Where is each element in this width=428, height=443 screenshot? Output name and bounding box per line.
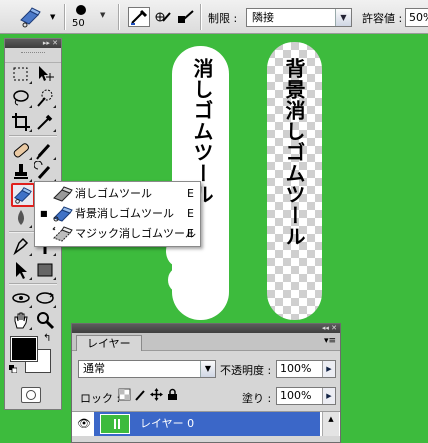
- background-eraser-icon: [14, 187, 32, 204]
- scrollbar[interactable]: ▲: [322, 412, 339, 436]
- lock-position-icon[interactable]: [150, 388, 163, 401]
- tolerance-input[interactable]: 50%: [405, 8, 428, 27]
- layer-name: レイヤー 0: [140, 417, 195, 430]
- panel-menu-icon[interactable]: ▾≡: [324, 336, 336, 346]
- active-bullet-icon: ■: [40, 209, 48, 218]
- lock-pixels-icon[interactable]: [134, 388, 147, 401]
- eyedropper-icon: [131, 9, 148, 25]
- background-eraser-icon: [20, 7, 41, 28]
- eyedropper-tool[interactable]: [34, 111, 56, 133]
- move-tool[interactable]: [34, 63, 56, 85]
- quick-mask-button[interactable]: [21, 387, 41, 403]
- brush-preview-icon[interactable]: [76, 5, 86, 15]
- hand-tool[interactable]: [10, 309, 32, 331]
- clone-stamp-tool[interactable]: [10, 161, 32, 183]
- blend-mode-value: 通常: [83, 362, 105, 375]
- limit-label: 制限 :: [208, 12, 238, 25]
- tab-layers[interactable]: レイヤー: [76, 335, 142, 351]
- separator: [200, 4, 201, 30]
- chevron-down-icon[interactable]: ▼: [335, 9, 351, 26]
- eraser-flyout-menu: 消しゴムツール E ■ 背景消しゴムツール E マジック消しゴムツール E: [34, 181, 201, 247]
- blend-mode-select[interactable]: 通常 ▼: [78, 360, 216, 378]
- sampling-once-button[interactable]: [154, 7, 172, 27]
- tools-panel-grip[interactable]: [5, 52, 61, 63]
- opacity-input[interactable]: 100% ▶: [276, 360, 336, 378]
- magnifier-icon: [37, 312, 55, 330]
- eyedropper-swatch-icon: [178, 10, 194, 23]
- tools-panel-titlebar[interactable]: ▸▸ ✕: [5, 39, 61, 48]
- lasso-tool[interactable]: [10, 87, 32, 109]
- flyout-label: マジック消しゴムツール: [75, 227, 196, 240]
- sampling-background-swatch-button[interactable]: [176, 7, 196, 27]
- default-colors-icon[interactable]: [9, 363, 18, 374]
- fill-label: 塗り :: [242, 392, 272, 405]
- brush-size: 50: [72, 18, 85, 29]
- layer-thumbnail: [100, 414, 130, 434]
- fill-value: 100%: [280, 389, 312, 402]
- flyout-shortcut: E: [187, 187, 194, 200]
- foreground-color-swatch[interactable]: [11, 337, 37, 361]
- quick-selection-tool[interactable]: [34, 87, 56, 109]
- background-eraser-icon: [51, 205, 73, 222]
- history-brush-tool[interactable]: [34, 161, 56, 183]
- tolerance-label: 許容値 :: [362, 12, 403, 25]
- lock-all-icon[interactable]: [166, 388, 179, 401]
- flyout-item-eraser[interactable]: 消しゴムツール E: [35, 184, 200, 203]
- move-icon: [39, 66, 54, 81]
- tool-preset-picker[interactable]: [18, 6, 44, 28]
- eraser-icon: [51, 185, 73, 202]
- magic-eraser-icon: [51, 225, 73, 242]
- healing-brush-tool[interactable]: [10, 139, 32, 161]
- chevron-right-icon[interactable]: ▶: [322, 388, 335, 404]
- brush-tool[interactable]: [34, 139, 56, 161]
- pen-tool[interactable]: [10, 235, 32, 257]
- blur-tool[interactable]: [10, 207, 32, 229]
- chevron-down-icon[interactable]: ▼: [100, 11, 105, 19]
- swap-colors-icon[interactable]: ↰: [43, 333, 51, 344]
- options-bar: ▼ 50 ▼ 制限 : 隣接 ▼ 許容値 : 50%: [0, 0, 428, 34]
- crop-tool[interactable]: [10, 111, 32, 133]
- layer-row[interactable]: 👁 レイヤー 0 ▲: [72, 411, 340, 436]
- layers-panel-titlebar[interactable]: ◂◂ ✕: [72, 324, 340, 333]
- lock-label: ロック :: [80, 392, 121, 405]
- limit-select[interactable]: 隣接 ▼: [246, 8, 352, 27]
- stroke-edge: [168, 268, 188, 292]
- chevron-down-icon[interactable]: ▼: [50, 13, 55, 21]
- separator: [64, 4, 65, 30]
- flyout-shortcut: E: [187, 227, 194, 240]
- lock-transparency-icon[interactable]: [118, 388, 131, 401]
- eyedropper-once-icon: [155, 12, 171, 22]
- 3d-rotate-tool[interactable]: [10, 287, 32, 309]
- flyout-label: 消しゴムツール: [75, 187, 152, 200]
- zoom-tool[interactable]: [34, 309, 56, 331]
- opacity-value: 100%: [280, 362, 312, 375]
- limit-value: 隣接: [252, 11, 274, 24]
- flyout-item-background-eraser[interactable]: ■ 背景消しゴムツール E: [35, 204, 200, 223]
- opacity-label: 不透明度 :: [220, 364, 272, 377]
- rectangle-tool[interactable]: [34, 259, 56, 281]
- canvas-text-background-eraser: 背景消しゴムツール: [282, 58, 306, 247]
- visibility-eye-icon[interactable]: 👁: [74, 412, 95, 436]
- chevron-right-icon[interactable]: ▶: [322, 361, 335, 377]
- sampling-continuous-button[interactable]: [128, 7, 150, 27]
- separator: [9, 283, 57, 284]
- fill-input[interactable]: 100% ▶: [276, 387, 336, 405]
- layers-tab-row: レイヤー ▾≡: [72, 333, 340, 351]
- flyout-label: 背景消しゴムツール: [75, 207, 174, 220]
- separator: [118, 4, 119, 30]
- flyout-shortcut: E: [187, 207, 194, 220]
- path-selection-tool[interactable]: [10, 259, 32, 281]
- separator: [9, 135, 57, 136]
- 3d-orbit-tool[interactable]: [34, 287, 56, 309]
- flyout-item-magic-eraser[interactable]: マジック消しゴムツール E: [35, 224, 200, 243]
- marquee-tool[interactable]: [10, 63, 32, 85]
- eraser-tool-selected[interactable]: [11, 183, 35, 207]
- layers-panel: ◂◂ ✕ レイヤー ▾≡ 通常 ▼ 不透明度 : 100% ▶ ロック : 塗り…: [71, 323, 341, 443]
- chevron-down-icon[interactable]: ▼: [200, 361, 215, 377]
